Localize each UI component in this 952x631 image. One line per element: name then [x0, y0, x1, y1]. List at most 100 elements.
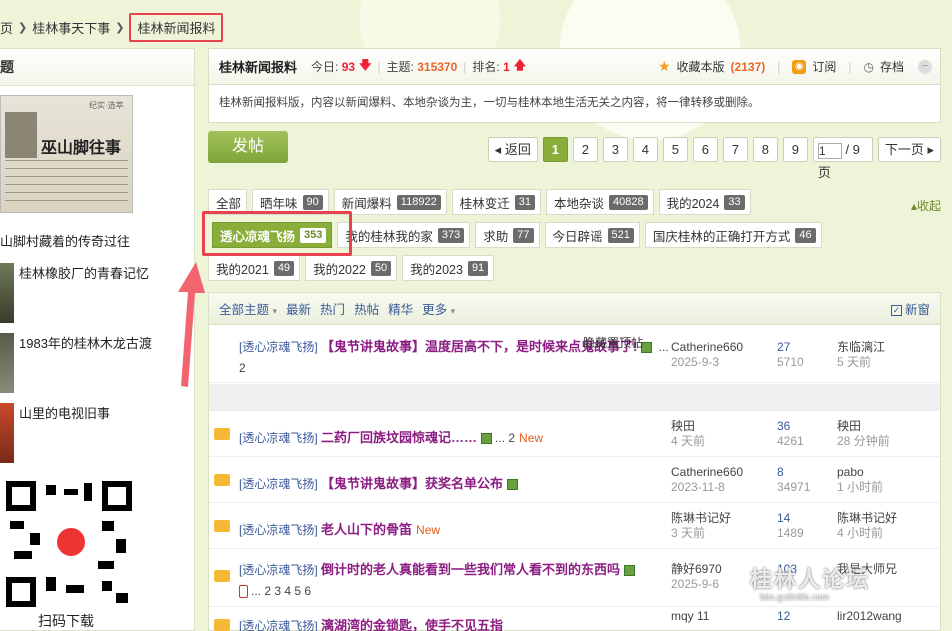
tag-item[interactable]: 我的桂林我的家 373: [337, 222, 471, 248]
lastpost-cell: lir2012wang: [837, 609, 902, 623]
filter-more[interactable]: 更多 ▾: [422, 299, 455, 318]
folder-icon: [214, 474, 230, 486]
thread-title-cell: [透心凉魂飞扬] 漓湖湾的金锁匙，使手不见五指: [239, 618, 504, 631]
tag-item[interactable]: 我的2023 91: [402, 255, 495, 281]
collapse-tags-button[interactable]: ▴收起: [911, 197, 941, 214]
stats-cell: 14 1489: [777, 511, 804, 540]
page-9[interactable]: 9: [782, 137, 808, 162]
author-cell: Catherine660 2023-11-8: [671, 465, 744, 494]
thread-title[interactable]: 二药厂回族坟园惊魂记……: [321, 430, 477, 445]
folder-icon: [214, 619, 230, 631]
filter-hotpost[interactable]: 热帖: [354, 299, 379, 318]
favorite-button[interactable]: 收藏本版: [677, 58, 725, 75]
sidebar-item[interactable]: 桂林橡胶厂的青春记忆: [0, 263, 149, 323]
sidebar-item[interactable]: 1983年的桂林木龙古渡: [0, 333, 152, 393]
sticky-separator: [209, 384, 940, 410]
sidebar-item-label: 桂林橡胶厂的青春记忆: [19, 266, 150, 281]
right-margin: [941, 48, 952, 631]
page-5[interactable]: 5: [662, 137, 688, 162]
image-icon: [624, 565, 636, 577]
news-thumbnail[interactable]: 纪实·选萃 巫山脚往事: [0, 95, 133, 213]
pagination: ◂ 返回 1 2 3 4 5 6 7 8 9 1 / 9 页 下一页 ▸: [487, 137, 941, 180]
thread-title[interactable]: 老人山下的骨笛: [321, 522, 412, 537]
tag-item[interactable]: 我的2021 49: [208, 255, 301, 281]
page-7[interactable]: 7: [722, 137, 748, 162]
author-cell: 陈琳书记好 3 天前: [671, 511, 732, 540]
tag-item[interactable]: 本地杂谈 40828: [545, 189, 654, 215]
thread-category[interactable]: [透心凉魂飞扬]: [239, 340, 318, 354]
breadcrumb-prev[interactable]: 页: [0, 18, 13, 37]
highlight-box: [202, 211, 352, 256]
new-badge: New: [519, 431, 544, 445]
thread-title[interactable]: 倒计时的老人真能看到一些我们常人看不到的东西吗: [321, 562, 620, 577]
page-4[interactable]: 4: [632, 137, 658, 162]
today-count: 93: [341, 59, 356, 74]
star-icon: ★: [657, 58, 671, 74]
thread-toolbar: 全部主题 ▾ 最新 热门 热帖 精华 更多 ▾ ✓ 新窗: [209, 293, 940, 325]
thread-title-cell: [透心凉魂飞扬] 倒计时的老人真能看到一些我们常人看不到的东西吗... 2 3 …: [239, 559, 636, 602]
post-button[interactable]: 发帖: [208, 131, 288, 163]
table-row[interactable]: [透心凉魂飞扬] 二药厂回族坟园惊魂记……... 2 New 秧田 4 天前 36 4…: [209, 411, 940, 457]
page-8[interactable]: 8: [752, 137, 778, 162]
tag-item[interactable]: 求助 77: [475, 222, 540, 248]
back-button[interactable]: ◂ 返回: [487, 137, 538, 162]
down-arrow-icon: 🡇: [359, 58, 372, 72]
thread-title[interactable]: 【鬼节讲鬼故事】获奖名单公布: [321, 476, 503, 491]
page-3[interactable]: 3: [602, 137, 628, 162]
watermark: 桂林人论坛: [750, 567, 871, 592]
page-1[interactable]: 1: [542, 137, 568, 162]
sidebar-item[interactable]: 山里的电视旧事: [0, 403, 110, 463]
table-row[interactable]: [透心凉魂飞扬] 【鬼节讲鬼故事】温度居高不下，是时候来点鬼故事了! ... 2…: [209, 325, 940, 383]
filter-hot[interactable]: 热门: [320, 299, 345, 318]
page-6[interactable]: 6: [692, 137, 718, 162]
thumbnail: [0, 263, 14, 323]
sidebar-link[interactable]: 山脚村藏着的传奇过往: [0, 231, 130, 250]
rss-icon: ◉: [792, 59, 807, 74]
hidden-sticky[interactable]: 隐藏置顶帖: [583, 336, 643, 351]
author-cell: 秧田 4 天前: [671, 419, 706, 448]
filter-latest[interactable]: 最新: [286, 299, 311, 318]
stats-cell: 27 5710: [777, 340, 804, 369]
author-cell: mqy 11: [671, 609, 710, 623]
lastpost-cell: 秧田 28 分钟前: [837, 419, 890, 448]
stats-cell: 12: [777, 609, 791, 623]
thumbnail: [0, 333, 14, 393]
thread-title[interactable]: 漓湖湾的金锁匙，使手不见五指: [321, 618, 503, 631]
fav-count: (2137): [730, 59, 766, 74]
breadcrumb-current[interactable]: 桂林新闻报料: [129, 12, 224, 42]
tag-item[interactable]: 国庆桂林的正确打开方式 46: [644, 222, 822, 248]
forum-name: 桂林新闻报料: [219, 60, 298, 75]
filter-digest[interactable]: 精华: [388, 299, 413, 318]
qr-caption: 扫码下载: [38, 613, 94, 629]
page-input[interactable]: 1: [817, 142, 842, 159]
tag-item[interactable]: 今日辟谣 521: [544, 222, 640, 248]
lastpost-cell: pabo 1 小时前: [837, 465, 884, 494]
author-cell: Catherine660 2025-9-3: [671, 340, 744, 369]
page-jump[interactable]: 1 / 9 页: [812, 137, 873, 180]
photo: [5, 112, 37, 158]
subscribe-button[interactable]: 订阅: [812, 58, 836, 75]
archive-button[interactable]: 存档: [880, 58, 904, 75]
thread-title-cell: [透心凉魂飞扬] 【鬼节讲鬼故事】获奖名单公布: [239, 473, 519, 492]
tag-item[interactable]: 我的2022 50: [305, 255, 398, 281]
tag-item[interactable]: 我的2024 33: [658, 189, 751, 215]
breadcrumb-section[interactable]: 桂林事天下事: [32, 18, 110, 37]
thread-title-cell: [透心凉魂飞扬] 老人山下的骨笛 New: [239, 522, 441, 537]
thumbnail: [0, 403, 14, 463]
chevron-right-icon: ❯: [18, 21, 28, 34]
next-page-button[interactable]: 下一页 ▸: [877, 137, 941, 162]
filter-all[interactable]: 全部主题 ▾: [219, 299, 277, 318]
new-window-toggle[interactable]: ✓ 新窗: [890, 299, 930, 318]
stats-cell: 8 34971: [777, 465, 811, 494]
table-row[interactable]: [透心凉魂飞扬] 老人山下的骨笛 New 陈琳书记好 3 天前 14 1489 陈琳书…: [209, 503, 940, 549]
tag-item[interactable]: 桂林变迁 31: [451, 189, 541, 215]
table-row[interactable]: [透心凉魂飞扬] 漓湖湾的金锁匙，使手不见五指 mqy 11 12 lir201…: [209, 607, 940, 631]
watermark-url: bbs.guilinlife.com: [760, 592, 830, 602]
author-cell: 静好6970 2025-9-6: [671, 562, 722, 591]
sidebar-item-label: 1983年的桂林木龙古渡: [19, 336, 152, 351]
stats-cell: 36 4261: [777, 419, 804, 448]
table-row[interactable]: [透心凉魂飞扬] 【鬼节讲鬼故事】获奖名单公布 Catherine660 2023…: [209, 457, 940, 503]
collapse-icon[interactable]: −: [918, 59, 932, 74]
page-2[interactable]: 2: [572, 137, 598, 162]
chevron-left-icon: ◂: [494, 142, 502, 157]
